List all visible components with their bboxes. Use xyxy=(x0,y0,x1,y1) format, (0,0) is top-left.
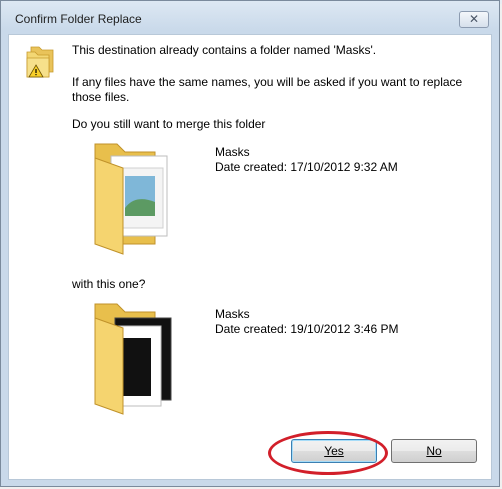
message-with-this-one: with this one? xyxy=(72,277,146,291)
message-same-names: If any files have the same names, you wi… xyxy=(72,75,463,104)
close-button[interactable]: ✕ xyxy=(459,11,489,28)
dialog-title: Confirm Folder Replace xyxy=(15,12,142,26)
source-folder-icon xyxy=(94,143,168,255)
dialog-content: This destination already contains a fold… xyxy=(8,34,492,480)
source-folder-date: Date created: 17/10/2012 9:32 AM xyxy=(215,160,398,174)
target-folder-date: Date created: 19/10/2012 3:46 PM xyxy=(215,322,399,336)
message-destination: This destination already contains a fold… xyxy=(72,43,377,57)
source-folder-details: Masks Date created: 17/10/2012 9:32 AM xyxy=(215,145,398,175)
source-folder-name: Masks xyxy=(215,145,250,159)
red-annotation-ellipse xyxy=(268,431,388,475)
no-button[interactable]: No xyxy=(391,439,477,463)
warning-folder-icon xyxy=(26,46,54,78)
confirm-folder-replace-dialog: Confirm Folder Replace ✕ This destinatio… xyxy=(0,0,500,487)
close-icon: ✕ xyxy=(468,12,480,26)
message-merge-question: Do you still want to merge this folder xyxy=(72,117,266,131)
title-bar[interactable]: Confirm Folder Replace ✕ xyxy=(1,1,499,35)
target-folder-details: Masks Date created: 19/10/2012 3:46 PM xyxy=(215,307,398,337)
target-folder-icon xyxy=(94,303,172,415)
target-folder-name: Masks xyxy=(215,307,250,321)
